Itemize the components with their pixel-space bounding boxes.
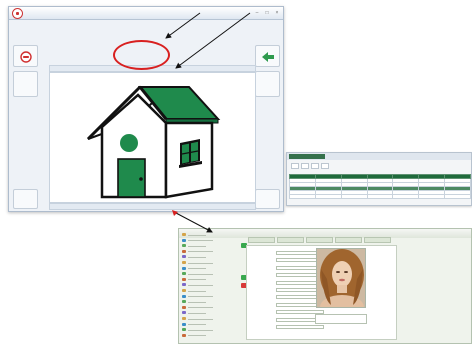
annotation-arrow-3-tip xyxy=(172,210,178,216)
annotation-arrow-3 xyxy=(175,212,213,233)
annotation-arrow-1 xyxy=(165,12,201,39)
annotation-arrow-2 xyxy=(175,12,251,69)
annotation-overlay xyxy=(165,12,251,233)
